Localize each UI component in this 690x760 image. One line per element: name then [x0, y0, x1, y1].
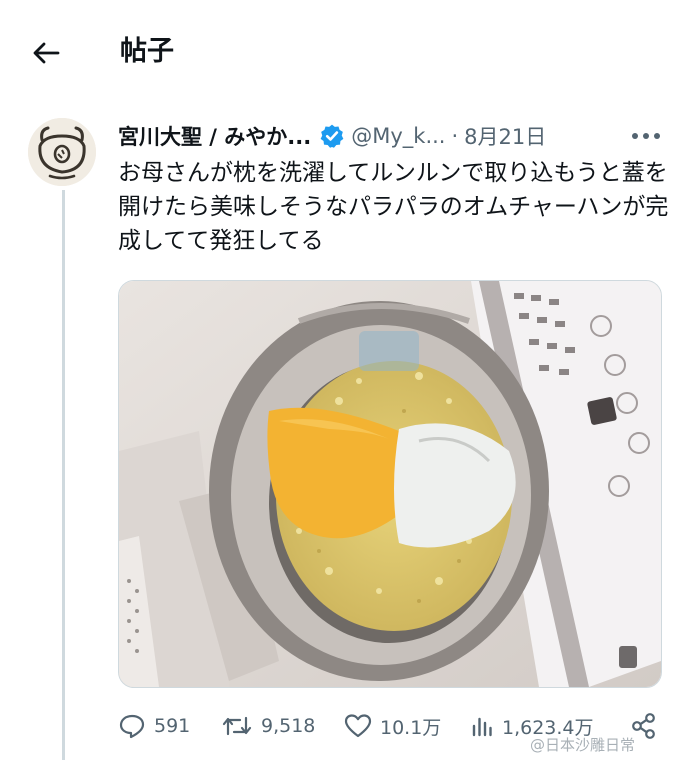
tweet-date[interactable]: 8月21日	[464, 121, 546, 151]
reply-button[interactable]: 591	[118, 706, 190, 746]
retweet-button[interactable]: 9,518	[221, 706, 315, 746]
like-button[interactable]: 10.1万	[344, 706, 441, 746]
more-options-button[interactable]	[628, 122, 664, 150]
meta-separator: ·	[451, 124, 459, 148]
views-chart-icon	[472, 717, 492, 737]
avatar-doodle-icon	[28, 118, 96, 186]
author-name[interactable]: 宮川大聖 / みやか...	[118, 121, 311, 151]
tweet-text: お母さんが枕を洗濯してルンルンで取り込もうと蓋を開けたら美味しそうなパラパラのオ…	[118, 160, 669, 254]
retweet-count: 9,518	[261, 715, 316, 737]
page-title: 帖子	[120, 36, 174, 67]
arrow-left-icon	[33, 42, 60, 64]
retweet-icon	[222, 716, 252, 736]
reply-icon	[119, 714, 145, 739]
avatar[interactable]	[28, 118, 96, 186]
washing-machine-photo	[119, 281, 661, 687]
tweet-photo[interactable]	[118, 280, 662, 688]
like-count: 10.1万	[380, 716, 442, 739]
thread-connector	[62, 190, 65, 760]
top-bar: 帖子	[0, 0, 690, 104]
reply-count: 591	[154, 715, 191, 737]
share-button[interactable]	[630, 706, 666, 746]
tweet-header: 宮川大聖 / みやか... @My_k... · 8月21日	[118, 118, 678, 154]
watermark: @日本沙雕日常	[530, 736, 636, 754]
heart-icon	[344, 714, 372, 738]
author-handle[interactable]: @My_k...	[351, 124, 445, 148]
back-button[interactable]	[26, 36, 66, 70]
verified-badge-icon	[320, 124, 344, 148]
more-horizontal-icon	[632, 133, 660, 139]
